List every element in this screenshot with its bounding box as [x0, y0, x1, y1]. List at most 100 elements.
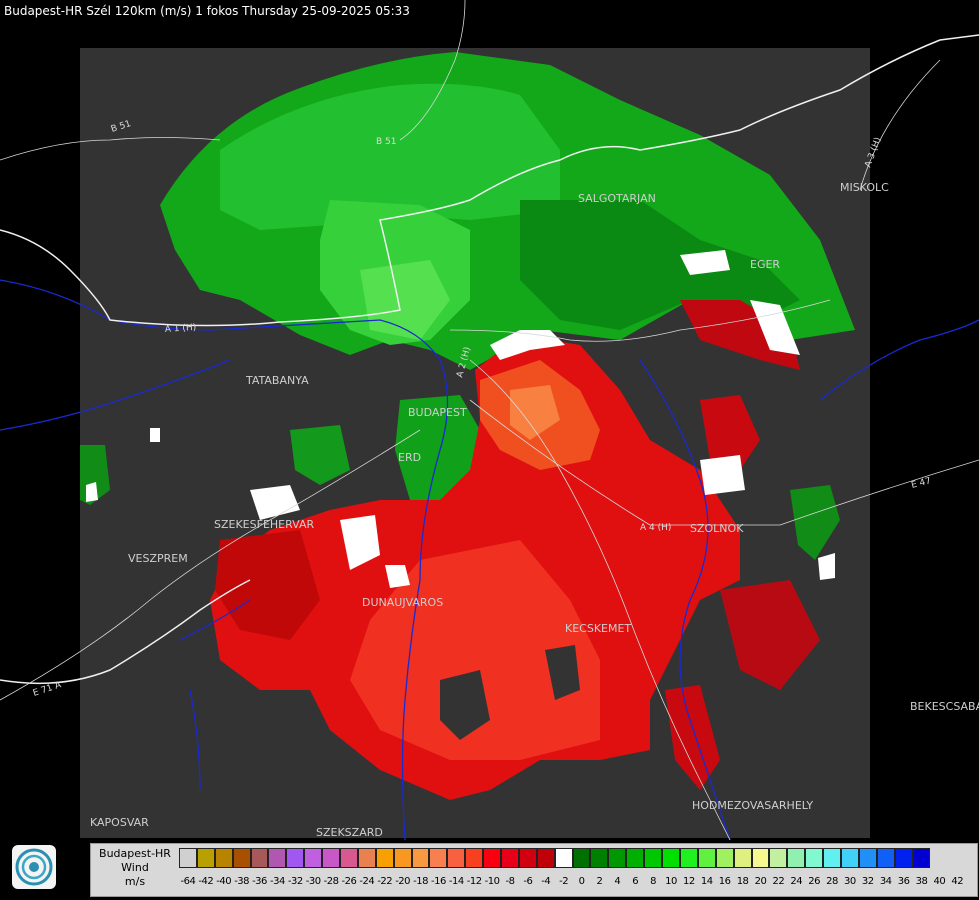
city-label: KAPOSVAR [90, 816, 149, 829]
legend-tick-label: -16 [430, 876, 446, 887]
legend-tick-label: 24 [790, 876, 803, 887]
legend-tick-label: 26 [808, 876, 820, 887]
city-label: MISKOLC [840, 181, 889, 194]
legend-tick-label: -28 [323, 876, 339, 887]
legend-swatch [518, 848, 537, 868]
legend-title: Budapest-HR Wind m/s [93, 847, 177, 889]
legend-swatch [769, 848, 788, 868]
legend-swatch [590, 848, 609, 868]
legend-swatch [322, 848, 341, 868]
legend-swatch [644, 848, 663, 868]
city-label: SZEKESFEHERVAR [214, 518, 315, 531]
legend-swatch [626, 848, 645, 868]
legend-swatch [447, 848, 466, 868]
legend-swatch [536, 848, 555, 868]
legend-tick-label: -20 [395, 876, 411, 887]
legend-swatch [679, 848, 698, 868]
legend-swatch [179, 848, 197, 868]
legend-tick-label: 8 [650, 876, 657, 887]
legend-tick-label: -30 [305, 876, 321, 887]
road-label: E 47 [910, 476, 932, 491]
legend-tick-label: 18 [736, 876, 749, 887]
city-label: DUNAUJVAROS [362, 596, 443, 609]
city-label: EGER [750, 258, 780, 271]
legend-swatch [393, 848, 412, 868]
legend-swatch [357, 848, 376, 868]
legend-swatch [608, 848, 627, 868]
legend-title-line: Wind [121, 861, 149, 874]
road-label: B 51 [376, 137, 397, 147]
legend-tick-label: -4 [541, 876, 551, 887]
legend-swatches [179, 848, 931, 868]
city-label: BUDAPEST [408, 406, 467, 419]
city-label: BEKESCSABA [910, 700, 979, 713]
legend-tick-label: 42 [951, 876, 964, 887]
legend-tick-label: -6 [523, 876, 533, 887]
legend-tick-label: 6 [632, 876, 639, 887]
legend-swatch [501, 848, 519, 868]
legend-tick-label: -2 [559, 876, 569, 887]
city-label: SZEKSZARD [316, 826, 383, 839]
legend-swatch [483, 848, 502, 868]
legend-tick-label: -36 [252, 876, 267, 887]
legend-tick-label: 20 [754, 876, 767, 887]
legend-swatch [286, 848, 305, 868]
legend-tick-label: -14 [448, 876, 464, 887]
legend-tick-label: -64 [180, 876, 196, 887]
radar-map[interactable]: SALGOTARJAN EGER MISKOLC TATABANYA BUDAP… [0, 0, 979, 840]
logo-icon [12, 845, 56, 889]
color-legend: Budapest-HR Wind m/s -64 -42 -40 -38 -36 -34-… [90, 843, 978, 897]
legend-swatch [465, 848, 484, 868]
legend-swatch [894, 848, 913, 868]
legend-tick-label: -32 [287, 876, 303, 887]
legend-swatch [554, 848, 573, 868]
legend-tick-label: -10 [484, 876, 500, 887]
legend-tick-label: 32 [861, 876, 874, 887]
legend-swatch [876, 848, 895, 868]
city-label: SZOLNOK [690, 522, 744, 535]
legend-swatch [340, 848, 358, 868]
legend-tick-label: 0 [578, 876, 585, 887]
legend-swatch [751, 848, 770, 868]
legend-swatch [196, 848, 215, 868]
legend-tick-label: 2 [596, 876, 603, 887]
legend-tick-label: -42 [198, 876, 214, 887]
legend-tick-label: 30 [844, 876, 856, 887]
legend-swatch [304, 848, 323, 868]
legend-swatch [572, 848, 591, 868]
legend-swatch [840, 848, 859, 868]
legend-tick-label: 12 [683, 876, 695, 887]
legend-title-line: m/s [124, 875, 146, 888]
legend-swatch [662, 848, 680, 868]
legend-swatch [268, 848, 287, 868]
legend-swatch [733, 848, 752, 868]
legend-tick-label: 22 [772, 876, 785, 887]
legend-tick-label: 40 [933, 876, 946, 887]
road-label: A 4 (H) [640, 523, 671, 533]
legend-swatch [912, 848, 931, 868]
legend-tick-label: 38 [915, 876, 928, 887]
legend-tick-label: -26 [341, 876, 357, 887]
legend-tick-label: -22 [377, 876, 393, 887]
legend-swatch [858, 848, 877, 868]
legend-tick-label: 14 [700, 876, 713, 887]
legend-tick-label: 4 [614, 876, 621, 887]
legend-title-line: Budapest-HR [99, 847, 171, 860]
legend-tick-label: -18 [413, 876, 428, 887]
legend-tick-label: -34 [269, 876, 285, 887]
legend-swatch [715, 848, 734, 868]
legend-tick-label: -38 [234, 876, 250, 887]
legend-swatch [823, 848, 841, 868]
legend-tick-label: 10 [665, 876, 677, 887]
legend-tick-label: -24 [359, 876, 375, 887]
legend-tick-label: 16 [718, 876, 731, 887]
legend-swatch [787, 848, 806, 868]
city-label: TATABANYA [245, 374, 309, 387]
radar-header: Budapest-HR Szél 120km (m/s) 1 fokos Thu… [4, 4, 410, 18]
legend-swatch [250, 848, 269, 868]
legend-swatch [429, 848, 448, 868]
legend-swatch [375, 848, 394, 868]
legend-tick-label: -8 [505, 876, 515, 887]
legend-tick-label: -40 [216, 876, 232, 887]
city-label: KECSKEMET [565, 622, 631, 635]
